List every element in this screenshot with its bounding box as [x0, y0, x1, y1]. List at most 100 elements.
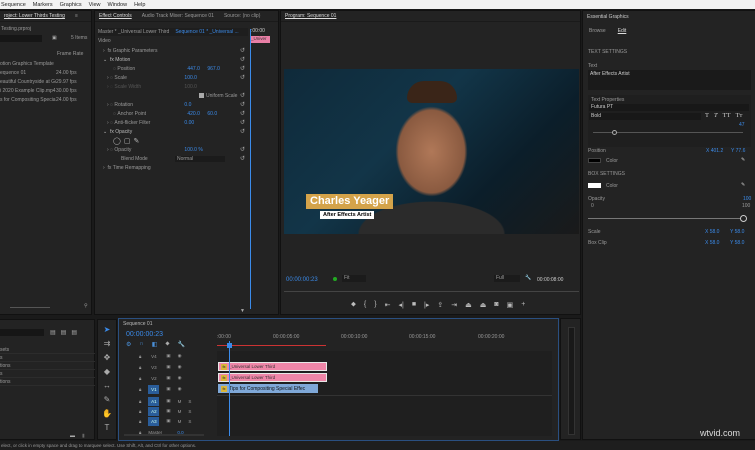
step-back-icon[interactable]: ◂|: [398, 301, 403, 309]
mark-in-icon[interactable]: {: [364, 301, 366, 309]
ec-playhead[interactable]: [250, 29, 251, 309]
32bit-filter-icon[interactable]: ▤: [61, 329, 67, 336]
opacity-slider[interactable]: [588, 218, 743, 219]
font-size-value[interactable]: 47: [739, 122, 745, 128]
razor-icon[interactable]: ◆: [100, 365, 114, 379]
lift-icon[interactable]: ⏏: [465, 301, 472, 309]
camera-icon[interactable]: ◙: [494, 301, 498, 309]
list-item[interactable]: eautiful Countryside at Gol 29.97 fps: [0, 77, 92, 86]
track-header-v4[interactable]: 🔒︎ V4 ▣ ◉: [119, 351, 216, 361]
font-style-select[interactable]: Bold: [589, 113, 701, 120]
rotation-row[interactable]: › ◌ Rotation 0.0 ↺: [95, 100, 245, 109]
box-color-swatch[interactable]: [588, 183, 601, 188]
extract-icon[interactable]: ⏏: [480, 301, 487, 309]
scale-row[interactable]: › ◌ Scale 100.0 ↺: [95, 73, 245, 82]
tab-browse[interactable]: Browse: [589, 28, 606, 34]
menu-graphics[interactable]: Graphics: [60, 2, 82, 8]
linked-select-icon[interactable]: ◧: [152, 341, 158, 348]
timeline-zoom-scrollbar[interactable]: [124, 434, 204, 436]
list-item[interactable]: sets: [0, 346, 95, 354]
uniform-scale-checkbox[interactable]: Uniform Scale ↺: [95, 91, 245, 100]
menu-sequence[interactable]: Sequence: [1, 2, 26, 8]
timeline-playhead[interactable]: [229, 341, 230, 436]
tab-edit[interactable]: Edit: [618, 28, 627, 34]
font-select[interactable]: Futura PT: [589, 104, 749, 111]
snap-icon[interactable]: ∩: [139, 341, 143, 348]
clip-video-v1[interactable]: fx Tips for Compositing Special Effec: [218, 384, 318, 393]
list-item[interactable]: tions: [0, 378, 95, 386]
marker-icon[interactable]: ⬥: [351, 301, 356, 309]
blend-mode-row[interactable]: Blend Mode Normal ↺: [95, 154, 245, 163]
position-y[interactable]: Y 77.6: [731, 148, 745, 154]
eyedropper-icon[interactable]: ✎: [741, 182, 745, 188]
export-icon[interactable]: ⇪: [437, 301, 443, 309]
tab-essential-graphics[interactable]: Essential Graphics: [587, 14, 629, 20]
ec-clip-bar[interactable]: _Univer: [250, 36, 270, 43]
go-to-out-icon[interactable]: ⇥: [451, 301, 457, 309]
slip-icon[interactable]: ↔: [100, 379, 114, 393]
scale-y[interactable]: Y 58.0: [730, 229, 744, 235]
anti-flicker-row[interactable]: › ◌ Anti-flicker Filter 0.00 ↺: [95, 118, 245, 127]
col-frame-rate[interactable]: Frame Rate: [57, 51, 83, 57]
text-color-swatch[interactable]: [588, 158, 601, 163]
font-size-slider-thumb[interactable]: [612, 130, 617, 135]
track-header-a3[interactable]: 🔒︎ A3 ▣ M S: [119, 416, 216, 426]
compare-icon[interactable]: ▣: [507, 301, 514, 309]
hand-icon[interactable]: ✋: [100, 407, 114, 421]
opacity-value[interactable]: 100: [743, 196, 751, 202]
opacity-section-row[interactable]: ⌄ fx Opacity ↺: [95, 127, 245, 136]
position-row[interactable]: ◌ Position 447.0 967.0 ↺: [95, 64, 245, 73]
ellipse-mask-icon[interactable]: ◯: [113, 137, 121, 145]
lower-third-subtitle[interactable]: After Effects Artist: [320, 211, 375, 219]
go-to-in-icon[interactable]: ⇤: [385, 301, 391, 309]
time-ruler[interactable]: :00:00 00:00:05:00 00:00:10:00 00:00:15:…: [217, 333, 552, 347]
list-item[interactable]: i 2020 Example Clip.mp4 30.00 fps: [0, 86, 92, 95]
wrench-icon[interactable]: 🔧: [525, 275, 531, 281]
text-field[interactable]: After Effects Artist: [588, 70, 751, 90]
search-icon[interactable]: ⚲: [84, 303, 88, 309]
pen-mask-icon[interactable]: ✎: [133, 137, 139, 145]
tab-project[interactable]: roject: Lower Thirds Testing: [4, 13, 65, 19]
selection-tool-icon[interactable]: ➤: [100, 323, 114, 337]
track-header-a2[interactable]: 🔒︎ A2 ▣ M S: [119, 406, 216, 416]
yuv-filter-icon[interactable]: ▤: [71, 329, 77, 336]
eyedropper-icon[interactable]: ✎: [741, 157, 745, 163]
ripple-edit-icon[interactable]: ✥: [100, 351, 114, 365]
track-area[interactable]: fx _Universal Lower Third fx _Universal Lo…: [217, 351, 552, 436]
work-area-bar[interactable]: [217, 345, 326, 346]
opacity-slider-thumb[interactable]: [740, 215, 747, 222]
track-header-v1[interactable]: 🔒︎ V1 ▣ ◉: [119, 384, 216, 394]
menu-help[interactable]: Help: [134, 2, 145, 8]
list-item[interactable]: otion Graphics Template: [0, 59, 92, 68]
zoom-slider[interactable]: [10, 307, 50, 308]
new-bin-icon[interactable]: ▬: [70, 433, 75, 439]
anchor-point-row[interactable]: ◌ Anchor Point 420.0 60.0 ↺: [95, 109, 245, 118]
lower-third-title[interactable]: Charles Yeager: [306, 194, 394, 209]
list-item[interactable]: equence 01 24.00 fps: [0, 68, 92, 77]
track-header-v2[interactable]: 🔒︎ V2 ▣ ◉: [119, 373, 216, 383]
clip-lower-third-v2[interactable]: fx _Universal Lower Third: [218, 373, 327, 382]
position-x[interactable]: X 401.2: [706, 148, 723, 154]
add-marker-icon[interactable]: ⬥: [165, 341, 169, 348]
master-clip-select[interactable]: Master * _Universal Lower Third: [98, 29, 169, 35]
motion-row[interactable]: ⌄ fx Motion ↺: [95, 55, 245, 64]
type-tool-icon[interactable]: T: [100, 421, 114, 435]
list-item[interactable]: s for Compositing Specia 24.00 fps: [0, 95, 92, 104]
menu-markers[interactable]: Markers: [33, 2, 53, 8]
pen-icon[interactable]: ✎: [100, 393, 114, 407]
menu-window[interactable]: Window: [108, 2, 128, 8]
quality-select[interactable]: Full: [494, 275, 520, 282]
tab-source[interactable]: Source: (no clip): [224, 13, 260, 19]
bin-icon[interactable]: ▣: [52, 35, 57, 41]
mark-out-icon[interactable]: }: [374, 301, 376, 309]
program-timecode[interactable]: 00:00:00:23: [286, 277, 318, 283]
settings-wrench-icon[interactable]: 🔧: [178, 341, 185, 348]
graphic-parameters-row[interactable]: › fx Graphic Parameters ↺: [95, 46, 245, 55]
track-header-a1[interactable]: 🔒︎ A1 ▣ M S: [119, 396, 216, 406]
clip-lower-third-v3[interactable]: fx _Universal Lower Third: [218, 362, 327, 371]
timeline-timecode[interactable]: 00:00:00:23: [126, 331, 163, 338]
step-forward-icon[interactable]: |▸: [424, 301, 429, 309]
stop-icon[interactable]: ■: [412, 301, 416, 309]
track-select-icon[interactable]: ⇉: [100, 337, 114, 351]
tab-program[interactable]: Program: Sequence 01: [285, 13, 336, 19]
